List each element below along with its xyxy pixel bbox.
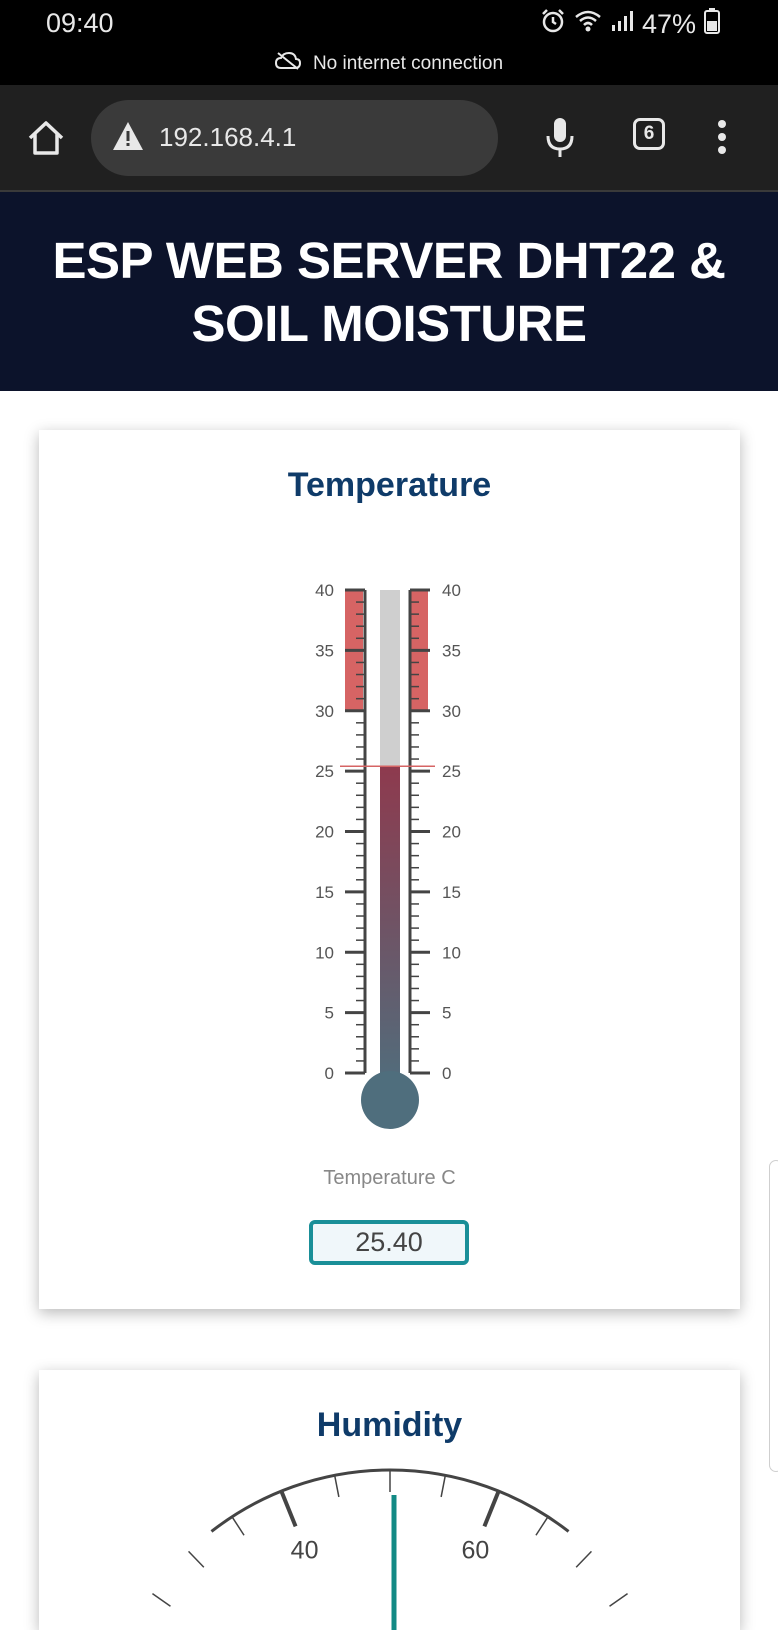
microphone-icon[interactable] [545,116,575,165]
scale-label-left: 30 [315,702,334,721]
scale-label-left: 15 [315,883,334,902]
scale-label-left: 35 [315,641,334,660]
gauge-tick-minor [231,1516,245,1536]
temperature-unit-label: Temperature C [323,1167,456,1189]
gauge-tick-minor [333,1475,340,1498]
battery-icon [704,8,720,41]
scale-label-right: 5 [442,1004,451,1023]
scale-label-left: 40 [315,581,334,600]
scale-label-right: 20 [442,823,461,842]
more-menu-icon[interactable] [716,119,728,160]
scale-label-right: 15 [442,883,461,902]
scale-label-right: 35 [442,641,461,660]
scale-label-right: 25 [442,762,461,781]
site-header: ESP WEB SERVER DHT22 & SOIL MOISTURE [0,192,778,391]
gauge-tick-major [279,1490,298,1528]
status-icons: 47% [540,8,720,41]
scale-label-right: 10 [442,943,461,962]
status-time: 09:40 [46,8,114,38]
warning-icon[interactable] [111,120,145,157]
gauge-label: 60 [462,1537,490,1565]
mercury-column [380,766,400,1093]
scale-label-left: 10 [315,943,334,962]
gauge-tick-minor [575,1550,592,1568]
gauge-tick-major [482,1490,501,1528]
browser-toolbar: 192.168.4.1 6 [0,85,778,192]
scale-label-right: 30 [442,702,461,721]
tab-switcher-button[interactable]: 6 [633,118,665,150]
scale-label-left: 25 [315,762,334,781]
scrollbar[interactable] [769,1160,778,1472]
scale-label-left: 5 [325,1004,334,1023]
humidity-card: Humidity 40 60 [39,1370,740,1630]
gauge-tick-minor [440,1475,447,1498]
scale-label-left: 0 [325,1064,334,1083]
gauge-label: 40 [291,1537,319,1565]
no-internet-text: No internet connection [312,53,504,75]
temperature-value: 25.40 [309,1220,469,1265]
signal-icon [610,9,634,40]
cloud-off-icon [274,51,301,76]
gauge-tick-minor [188,1550,205,1568]
temperature-card: Temperature 40 40 35 35 30 30 25 25 20 20 15 15 10 10… [39,430,740,1309]
wifi-icon [574,9,602,40]
address-bar[interactable]: 192.168.4.1 [91,100,498,176]
scale-label-right: 40 [442,581,461,600]
page-title: ESP WEB SERVER DHT22 & SOIL MOISTURE [52,231,726,352]
thermometer-bulb [361,1071,419,1129]
humidity-gauge: 40 60 [152,1468,628,1630]
alarm-icon [540,8,566,41]
battery-percent: 47% [641,9,696,39]
no-internet-banner: No internet connection [0,51,778,76]
scale-label-left: 20 [315,823,334,842]
status-bar: 09:40 47% No internet connection [0,0,778,85]
gauge-tick-minor [535,1516,549,1536]
url-text[interactable]: 192.168.4.1 [159,122,296,153]
scale-label-right: 0 [442,1064,451,1083]
home-icon[interactable] [26,118,66,158]
thermometer-gauge: 40 40 35 35 30 30 25 25 20 20 15 15 10 10 5 5 0 0 [315,581,461,1129]
